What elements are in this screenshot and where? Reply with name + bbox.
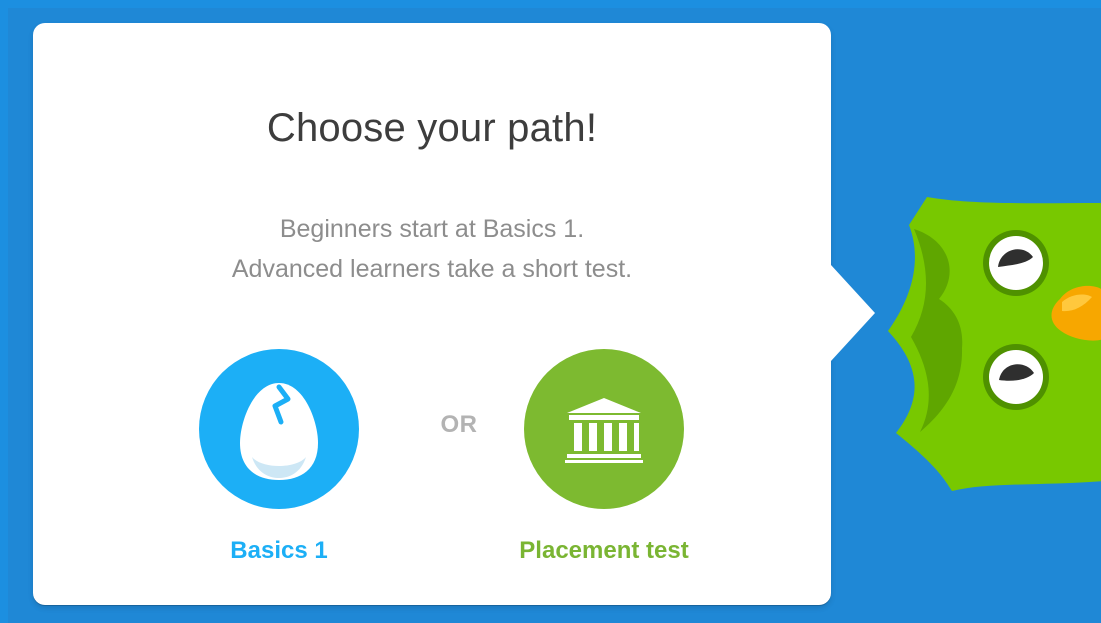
basics-label[interactable]: Basics 1 bbox=[196, 537, 362, 565]
path-choice-card: Choose your path! Beginners start at Bas… bbox=[33, 23, 875, 605]
subtitle-line-1: Beginners start at Basics 1. bbox=[279, 215, 585, 243]
speech-pointer bbox=[831, 265, 875, 361]
subtitle-line-2: Advanced learners take a short test. bbox=[231, 255, 633, 283]
placement-circle[interactable] bbox=[524, 349, 684, 509]
card-title: Choose your path! bbox=[266, 106, 598, 150]
placement-test-choice-button[interactable]: Placement test bbox=[481, 349, 727, 565]
owl-mascot-icon bbox=[888, 197, 1101, 491]
temple-icon bbox=[565, 398, 643, 463]
onboarding-screen: Choose your path! Beginners start at Bas… bbox=[0, 0, 1101, 623]
card-subtitle: Beginners start at Basics 1. Advanced le… bbox=[33, 209, 831, 289]
basics-choice-button[interactable]: Basics 1 bbox=[196, 349, 362, 565]
placement-test-label[interactable]: Placement test bbox=[481, 537, 727, 565]
egg-icon bbox=[240, 382, 318, 480]
basics-circle[interactable] bbox=[199, 349, 359, 509]
